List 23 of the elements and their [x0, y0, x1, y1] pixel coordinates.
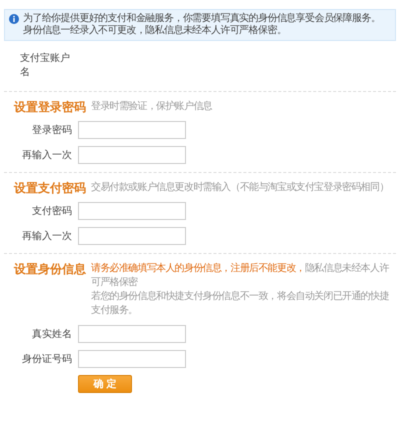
- confirm-button[interactable]: 确 定: [78, 375, 132, 393]
- field-label: 登录密码: [31, 124, 72, 137]
- field-label: 支付宝账户名: [20, 52, 71, 79]
- notice-text: 为了给你提供更好的支付和金融服务，你需要填写真实的身份信息享受会员保障服务。: [23, 13, 380, 24]
- section-title: 设置登录密码: [14, 100, 86, 114]
- input-field[interactable]: [78, 121, 186, 139]
- section-title: 设置身份信息: [14, 262, 86, 276]
- field-label: 再输入一次: [21, 148, 72, 162]
- field-label: 支付密码: [31, 204, 72, 218]
- section-description: 登录时需验证，保护账户信息: [91, 100, 212, 114]
- field-label: 真实姓名: [31, 328, 72, 341]
- section-description: 交易付款或账户信息更改时需输入（不能与淘宝或支付宝登录密码相同）: [91, 181, 389, 195]
- input-field[interactable]: [78, 350, 186, 368]
- input-field[interactable]: [78, 227, 186, 245]
- field-label: 身份证号码: [21, 353, 72, 366]
- field-label: 再输入一次: [21, 230, 72, 243]
- info-icon: [9, 14, 19, 24]
- section-title: 设置支付密码: [14, 181, 86, 195]
- input-field[interactable]: [78, 146, 186, 164]
- input-field[interactable]: [78, 325, 186, 343]
- input-field[interactable]: [78, 202, 186, 220]
- notice-text: 身份信息一经录入不可更改，隐私信息未经本人许可严格保密。: [23, 25, 288, 37]
- section-description: 请务必准确填写本人的身份信息，注册后不能更改，隐私信息未经本人许可严格保密 若您的身份信息和快捷支付身份信息不一致，将会自动关闭已开通的快捷支付服务。: [91, 262, 390, 318]
